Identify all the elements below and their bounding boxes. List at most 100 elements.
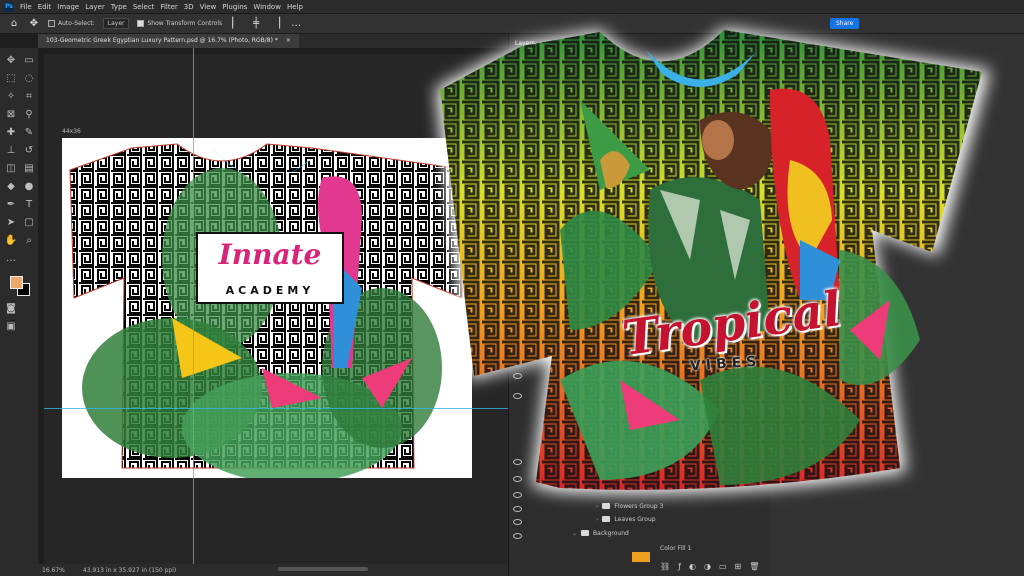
- artboard[interactable]: [62, 138, 472, 478]
- frame-icon[interactable]: ⊠: [4, 108, 18, 122]
- fx-icon[interactable]: ƒ: [678, 562, 681, 571]
- zoom-icon[interactable]: ⌕: [22, 234, 36, 248]
- menu-image[interactable]: Image: [57, 3, 79, 11]
- gradient-icon[interactable]: ▤: [22, 162, 36, 176]
- zoom-level[interactable]: 16.67%: [42, 567, 65, 574]
- close-icon[interactable]: ×: [286, 37, 291, 45]
- fill-layer-thumbnail[interactable]: [632, 552, 650, 562]
- horizontal-guide[interactable]: [44, 408, 508, 409]
- home-icon[interactable]: ⌂: [8, 18, 20, 30]
- transform-controls-checkbox[interactable]: Show Transform Controls: [137, 20, 222, 27]
- mask-icon[interactable]: ◐: [689, 562, 696, 571]
- foreground-color-swatch[interactable]: [10, 276, 23, 289]
- pen-icon[interactable]: ✒: [4, 198, 18, 212]
- artboard-icon[interactable]: ▭: [22, 54, 36, 68]
- blur-icon[interactable]: ◆: [4, 180, 18, 194]
- tab-channels[interactable]: Cha: [576, 40, 588, 47]
- menu-3d[interactable]: 3D: [184, 3, 194, 11]
- eraser-icon[interactable]: ◫: [4, 162, 18, 176]
- dodge-icon[interactable]: ●: [22, 180, 36, 194]
- new-group-icon[interactable]: ▭: [719, 562, 727, 571]
- menu-help[interactable]: Help: [287, 3, 303, 11]
- visibility-eye-icon[interactable]: [513, 506, 522, 512]
- align-left-icon[interactable]: ▏: [230, 18, 242, 30]
- screen-mode-icon[interactable]: ▣: [4, 320, 18, 334]
- layers-panel-footer: ⛓ ƒ ◐ ◑ ▭ ⊞ 🗑: [660, 562, 759, 571]
- lasso-icon[interactable]: ◌: [22, 72, 36, 86]
- vertical-guide[interactable]: [193, 48, 194, 564]
- visibility-eye-icon[interactable]: [513, 353, 522, 359]
- vertical-ruler[interactable]: [38, 48, 44, 564]
- auto-select-box[interactable]: [48, 20, 55, 27]
- marquee-icon[interactable]: ⬚: [4, 72, 18, 86]
- horizontal-ruler[interactable]: [38, 48, 508, 54]
- link-icon[interactable]: ⛓: [660, 562, 670, 571]
- folder-icon: [602, 516, 611, 522]
- align-right-icon[interactable]: ▕: [270, 18, 282, 30]
- brand-logo-box: Innate ACADEMY: [196, 232, 344, 304]
- photoshop-logo-icon: Ps: [4, 1, 14, 12]
- menu-file[interactable]: File: [20, 3, 32, 11]
- more-options-icon[interactable]: …: [290, 18, 302, 30]
- layer-row[interactable]: › Flowers Group 3: [596, 500, 836, 512]
- healing-icon[interactable]: ✚: [4, 126, 18, 140]
- tab-history[interactable]: History: [545, 40, 566, 47]
- stamp-icon[interactable]: ⊥: [4, 144, 18, 158]
- menu-layer[interactable]: Layer: [85, 3, 105, 11]
- right-dock: [770, 34, 1024, 576]
- menu-plugins[interactable]: Plugins: [222, 3, 247, 11]
- crop-icon[interactable]: ⌗: [22, 90, 36, 104]
- move-icon[interactable]: ✥: [4, 54, 18, 68]
- layers-panel: Layers History Cha: [508, 34, 770, 576]
- transform-controls-box[interactable]: [137, 20, 145, 27]
- horizontal-scrollbar[interactable]: [278, 567, 368, 571]
- brush-icon[interactable]: ✎: [22, 126, 36, 140]
- folder-icon: [602, 503, 611, 509]
- menu-select[interactable]: Select: [133, 3, 155, 11]
- visibility-eye-icon[interactable]: [513, 533, 522, 539]
- visibility-eye-icon[interactable]: [513, 373, 522, 379]
- auto-select-checkbox[interactable]: Auto-Select:: [48, 20, 95, 27]
- tab-layers[interactable]: Layers: [515, 40, 535, 47]
- layer-name: Background: [593, 529, 629, 537]
- menu-type[interactable]: Type: [111, 3, 127, 11]
- shape-icon[interactable]: ▢: [22, 216, 36, 230]
- visibility-eye-icon[interactable]: [513, 519, 522, 525]
- tools-panel: ✥ ▭ ⬚ ◌ ✧ ⌗ ⊠ ⚲ ✚ ✎ ⊥ ↺ ◫ ▤ ◆ ● ✒ T ➤ ▢ ✋ ⌕ … ◙ ▣: [0, 48, 38, 576]
- chevron-right-icon[interactable]: ›: [596, 516, 598, 523]
- visibility-eye-icon[interactable]: [513, 476, 522, 482]
- chevron-down-icon[interactable]: ⌄: [572, 530, 577, 537]
- visibility-eye-icon[interactable]: [513, 459, 522, 465]
- document-tab-bar: 103-Geometric Greek Egyptian Luxury Patt…: [38, 34, 508, 48]
- artboard-size-label: 44x36: [62, 128, 81, 135]
- chevron-right-icon[interactable]: ›: [596, 503, 598, 510]
- hand-icon[interactable]: ✋: [4, 234, 18, 248]
- menu-view[interactable]: View: [200, 3, 217, 11]
- color-swatches[interactable]: [4, 274, 34, 300]
- document-tab[interactable]: 103-Geometric Greek Egyptian Luxury Patt…: [38, 34, 299, 48]
- share-button[interactable]: Share: [830, 18, 860, 29]
- menu-edit[interactable]: Edit: [38, 3, 52, 11]
- layer-row[interactable]: Color Fill 1: [660, 542, 900, 554]
- visibility-eye-icon[interactable]: [513, 492, 522, 498]
- magic-wand-icon[interactable]: ✧: [4, 90, 18, 104]
- new-layer-icon[interactable]: ⊞: [735, 562, 742, 571]
- history-brush-icon[interactable]: ↺: [22, 144, 36, 158]
- visibility-eye-icon[interactable]: [513, 393, 522, 399]
- path-select-icon[interactable]: ➤: [4, 216, 18, 230]
- menu-filter[interactable]: Filter: [160, 3, 177, 11]
- move-tool-icon[interactable]: ✥: [28, 18, 40, 30]
- panel-tabs: Layers History Cha: [509, 34, 770, 53]
- type-icon[interactable]: T: [22, 198, 36, 212]
- adjustment-icon[interactable]: ◑: [704, 562, 711, 571]
- align-center-icon[interactable]: ╪: [250, 18, 262, 30]
- menu-window[interactable]: Window: [253, 3, 281, 11]
- layer-row[interactable]: ⌄ Background: [572, 527, 812, 539]
- layer-row[interactable]: › Leaves Group: [596, 513, 836, 525]
- layer-name: Color Fill 1: [660, 544, 692, 552]
- more-tools-icon[interactable]: …: [4, 252, 18, 266]
- auto-select-dropdown[interactable]: Layer: [102, 18, 130, 29]
- quick-mask-icon[interactable]: ◙: [4, 302, 18, 316]
- eyedropper-icon[interactable]: ⚲: [22, 108, 36, 122]
- trash-icon[interactable]: 🗑: [749, 562, 759, 571]
